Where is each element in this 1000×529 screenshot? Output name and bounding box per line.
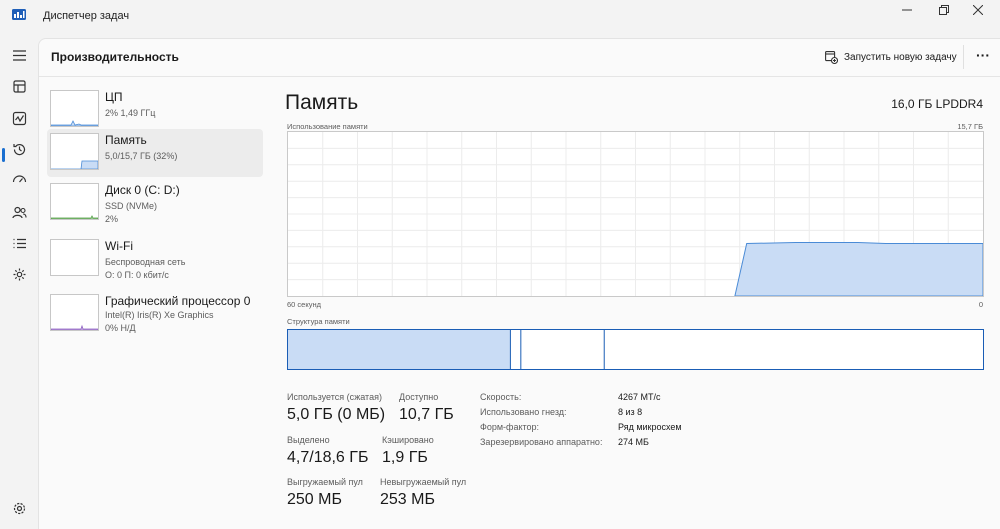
device-name: Диск 0 (C: D:) <box>105 183 180 197</box>
settings-icon[interactable] <box>6 496 32 520</box>
minimize-button[interactable] <box>895 4 919 20</box>
cached-value: 1,9 ГБ <box>382 449 428 466</box>
processes-icon[interactable] <box>6 74 32 98</box>
nonpaged-pool-label: Невыгружаемый пул <box>380 477 467 487</box>
restore-button[interactable] <box>932 4 956 20</box>
page-header: Производительность Запустить новую задач… <box>39 39 1000 77</box>
device-name: Wi-Fi <box>105 239 133 253</box>
device-wifi[interactable]: Wi-Fi Беспроводная сеть О: 0 П: 0 кбит/с <box>47 235 263 283</box>
usage-graph-label: Использование памяти <box>287 122 368 131</box>
selection-indicator <box>2 148 5 162</box>
main-pane: Производительность Запустить новую задач… <box>38 38 1000 529</box>
hamburger-icon[interactable] <box>6 43 32 67</box>
memory-thumbnail <box>50 133 99 170</box>
gpu-thumbnail <box>50 294 99 331</box>
device-detail: 5,0/15,7 ГБ (32%) <box>105 151 178 161</box>
window-title: Диспетчер задач <box>43 10 130 22</box>
speed-key: Скорость: <box>480 392 522 402</box>
slots-value: 8 из 8 <box>618 407 643 417</box>
device-detail: 2% 1,49 ГГц <box>105 108 156 118</box>
paged-pool-label: Выгружаемый пул <box>287 477 363 487</box>
committed-value: 4,7/18,6 ГБ <box>287 449 369 466</box>
speed-value: 4267 МТ/с <box>618 392 661 402</box>
hw-reserved-key: Зарезервировано аппаратно: <box>480 437 603 447</box>
device-gpu[interactable]: Графический процессор 0 Intel(R) Iris(R)… <box>47 290 263 338</box>
run-task-label: Запустить новую задачу <box>844 51 957 63</box>
structure-label: Структура памяти <box>287 317 350 326</box>
history-icon[interactable] <box>6 137 32 161</box>
device-usage: 0% Н/Д <box>105 323 136 333</box>
device-disk[interactable]: Диск 0 (C: D:) SSD (NVMe) 2% <box>47 179 263 227</box>
wifi-thumbnail <box>50 239 99 276</box>
cached-label: Кэшировано <box>382 435 434 445</box>
time-axis-left: 60 секунд <box>287 300 321 309</box>
hw-reserved-value: 274 МБ <box>618 437 649 447</box>
detail-title: Память <box>285 91 359 114</box>
device-throughput: О: 0 П: 0 кбит/с <box>105 270 169 280</box>
device-detail: Беспроводная сеть <box>105 257 186 267</box>
device-name: ЦП <box>105 90 123 104</box>
device-name: Память <box>105 133 147 147</box>
device-detail: SSD (NVMe) <box>105 201 158 211</box>
startup-icon[interactable] <box>6 168 32 192</box>
device-cpu[interactable]: ЦП 2% 1,49 ГГц <box>47 86 263 134</box>
available-value: 10,7 ГБ <box>399 406 454 423</box>
task-manager-icon <box>12 7 26 20</box>
form-factor-key: Форм-фактор: <box>480 422 540 432</box>
paged-pool-value: 250 МБ <box>287 491 342 508</box>
services-icon[interactable] <box>6 262 32 286</box>
details-icon[interactable] <box>6 231 32 255</box>
title-bar: Диспетчер задач <box>0 0 1000 24</box>
memory-usage-area <box>734 242 984 297</box>
page-title: Производительность <box>51 50 179 64</box>
time-axis-right: 0 <box>978 300 983 309</box>
run-new-task-button[interactable]: Запустить новую задачу <box>825 48 957 66</box>
run-task-icon <box>825 50 838 64</box>
in-use-value: 5,0 ГБ (0 МБ) <box>287 406 386 423</box>
disk-thumbnail <box>50 183 99 220</box>
nonpaged-pool-value: 253 МБ <box>380 491 435 508</box>
memory-spec: 16,0 ГБ LPDDR4 <box>891 97 983 111</box>
form-factor-value: Ряд микросхем <box>618 422 682 432</box>
nav-rail <box>0 38 38 529</box>
in-use-label: Используется (сжатая) <box>287 392 382 402</box>
device-usage: 2% <box>105 214 119 224</box>
usage-graph-max: 15,7 ГБ <box>957 122 983 131</box>
cpu-thumbnail <box>50 90 99 127</box>
device-detail: Intel(R) Iris(R) Xe Graphics <box>105 310 214 320</box>
users-icon[interactable] <box>6 200 32 224</box>
performance-icon[interactable] <box>6 106 32 130</box>
slots-key: Использовано гнезд: <box>480 407 567 417</box>
available-label: Доступно <box>399 392 439 402</box>
device-memory[interactable]: Память 5,0/15,7 ГБ (32%) <box>47 129 263 177</box>
more-options-button[interactable]: ··· <box>973 45 993 67</box>
device-name: Графический процессор 0 <box>105 294 251 308</box>
close-button[interactable] <box>966 4 990 20</box>
memory-usage-graph <box>287 131 984 297</box>
committed-label: Выделено <box>287 435 330 445</box>
header-divider <box>963 45 964 69</box>
in-use-segment <box>288 330 511 369</box>
memory-composition-bar <box>287 329 984 370</box>
